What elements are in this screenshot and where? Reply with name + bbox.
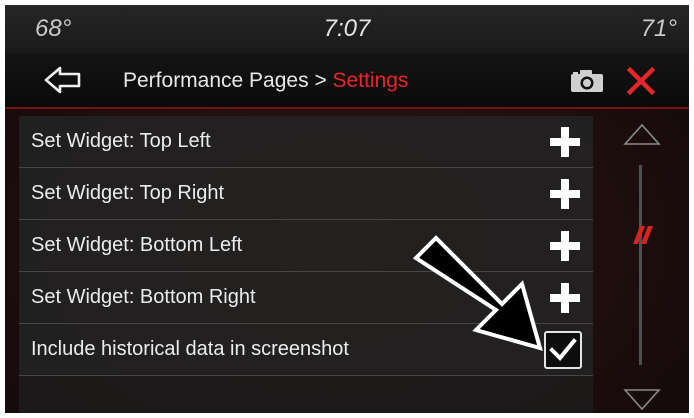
clock: 7:07: [323, 15, 371, 42]
scroll-down-arrow-icon[interactable]: [622, 387, 662, 413]
row-label: Set Widget: Top Right: [31, 182, 225, 204]
set-widget-top-left-row[interactable]: Set Widget: Top Left: [19, 116, 593, 168]
header-bar: Performance Pages > Settings: [5, 53, 689, 109]
row-label: Set Widget: Bottom Right: [31, 286, 256, 308]
breadcrumb-parent[interactable]: Performance Pages: [123, 69, 309, 92]
scroll-up-arrow-icon[interactable]: [622, 121, 662, 147]
close-button[interactable]: [625, 65, 657, 97]
plus-icon[interactable]: [550, 283, 580, 313]
screenshot-button[interactable]: [570, 69, 606, 93]
row-label: Include historical data in screenshot: [31, 338, 349, 360]
row-label: Set Widget: Bottom Left: [31, 234, 243, 256]
historical-data-checkbox[interactable]: [544, 331, 582, 369]
row-label: Set Widget: Top Left: [31, 130, 211, 152]
infotainment-screen: 68° 7:07 71° Performance Pages > Setting…: [5, 5, 689, 413]
scroll-thumb-icon[interactable]: [627, 225, 655, 245]
empty-row: [19, 376, 593, 413]
back-arrow-icon: [44, 66, 81, 94]
include-historical-data-row[interactable]: Include historical data in screenshot: [19, 324, 593, 376]
plus-icon[interactable]: [550, 127, 580, 157]
scroll-track[interactable]: [639, 165, 642, 365]
status-bar: 68° 7:07 71°: [5, 5, 689, 53]
back-button[interactable]: [43, 64, 83, 96]
breadcrumb: Performance Pages > Settings: [123, 69, 408, 93]
set-widget-top-right-row[interactable]: Set Widget: Top Right: [19, 168, 593, 220]
settings-list: Set Widget: Top Left Set Widget: Top Rig…: [19, 116, 593, 413]
close-icon: [626, 66, 656, 96]
breadcrumb-separator: >: [308, 69, 333, 92]
inside-temperature: 71°: [640, 15, 677, 42]
checkmark-icon: [549, 338, 577, 361]
plus-icon[interactable]: [550, 179, 580, 209]
set-widget-bottom-left-row[interactable]: Set Widget: Bottom Left: [19, 220, 593, 272]
set-widget-bottom-right-row[interactable]: Set Widget: Bottom Right: [19, 272, 593, 324]
breadcrumb-current: Settings: [332, 69, 409, 92]
plus-icon[interactable]: [550, 231, 580, 261]
camera-icon: [571, 70, 603, 92]
